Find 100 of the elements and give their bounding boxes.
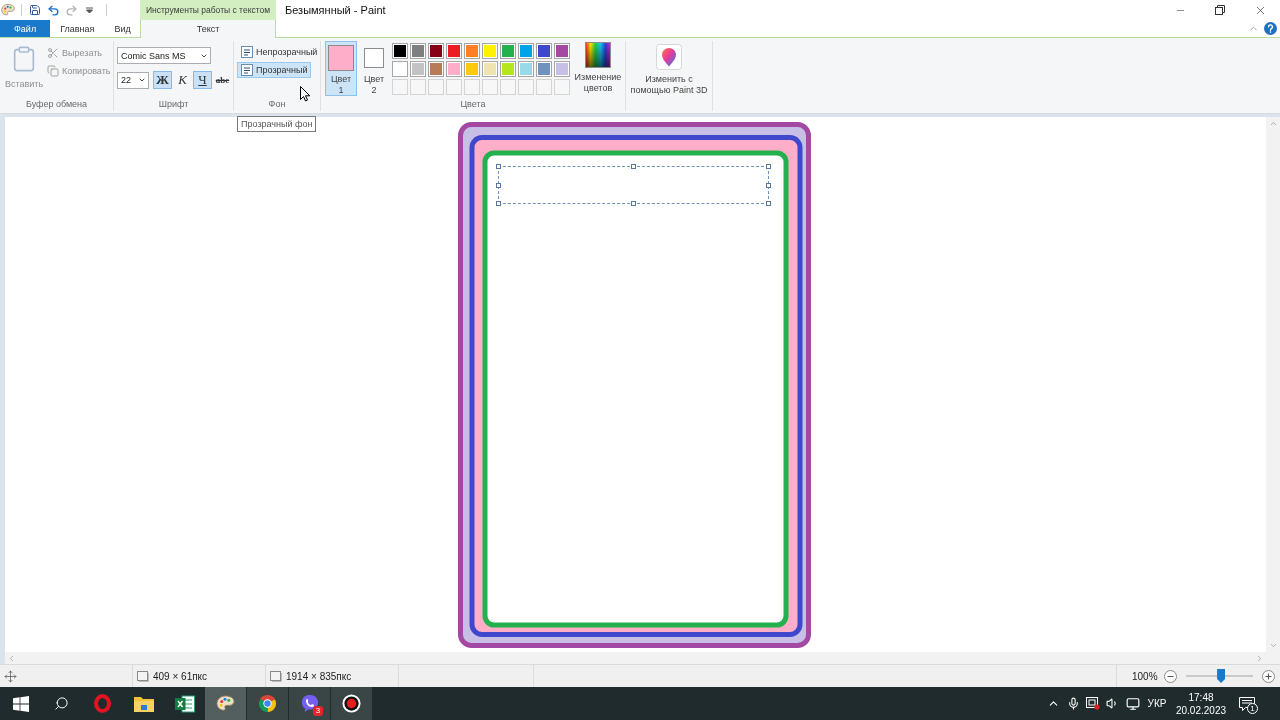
color-swatch[interactable] <box>410 61 426 77</box>
taskbar-app-button[interactable] <box>247 687 288 720</box>
color-slot-button[interactable]: Цвет 1 <box>325 41 357 96</box>
group-label: Фон <box>267 98 287 111</box>
spreadsheet-icon <box>174 694 195 713</box>
color-swatch[interactable] <box>554 43 570 59</box>
color-swatch[interactable] <box>464 61 480 77</box>
palette-icon <box>1 3 15 17</box>
notification-badge: 1 <box>1247 703 1258 714</box>
resize-handle[interactable] <box>496 164 501 169</box>
font-size-dropdown[interactable]: 22 <box>117 71 149 89</box>
empty-swatch <box>446 79 462 95</box>
color-swatch[interactable] <box>500 61 516 77</box>
empty-swatch <box>392 79 408 95</box>
selection-size: 409 × 61пкс <box>153 670 208 682</box>
scroll-left-icon <box>7 653 16 663</box>
notifications-button[interactable]: 1 <box>1232 687 1262 720</box>
resize-handle[interactable] <box>766 201 771 206</box>
color-swatch[interactable] <box>554 61 570 77</box>
microphone-icon <box>1066 697 1080 710</box>
horizontal-scrollbar[interactable] <box>5 652 1266 664</box>
notification-badge: 3 <box>313 706 323 716</box>
vertical-scrollbar[interactable] <box>1266 117 1280 664</box>
scissors-icon <box>47 47 59 59</box>
record-icon <box>342 694 361 713</box>
background-option[interactable]: Непрозрачный <box>237 44 322 60</box>
empty-swatch <box>428 79 444 95</box>
color-swatch[interactable] <box>446 43 462 59</box>
bold-button[interactable]: Ж <box>153 71 172 89</box>
selection-size-icon <box>137 670 149 682</box>
color-swatch[interactable] <box>482 61 498 77</box>
background-option[interactable]: Прозрачный <box>237 62 312 78</box>
zoom-percent: 100% <box>1132 670 1158 682</box>
ribbon-tab[interactable]: Текст <box>140 20 276 38</box>
color-swatch[interactable] <box>482 43 498 59</box>
color-swatch[interactable] <box>464 43 480 59</box>
edit-colors-button[interactable]: Изменение цветов <box>574 41 622 94</box>
underline-button[interactable]: Ч <box>193 71 212 89</box>
paint-3d-button[interactable]: Изменить с помощью Paint 3D <box>627 43 711 96</box>
group-label: Буфер обмена <box>24 98 89 111</box>
help-icon[interactable] <box>1264 22 1277 35</box>
clock-button[interactable]: 17:48 20.02.2023 <box>1170 687 1232 720</box>
minus-icon <box>1163 669 1177 683</box>
color-swatch[interactable] <box>392 43 408 59</box>
resize-handle[interactable] <box>631 164 636 169</box>
color-swatch[interactable] <box>536 43 552 59</box>
strike-button[interactable]: abc <box>213 71 232 89</box>
language-indicator[interactable]: УКР <box>1144 687 1170 720</box>
color-swatch[interactable] <box>446 61 462 77</box>
empty-swatch <box>482 79 498 95</box>
tooltip: Прозрачный фон <box>237 116 317 132</box>
search-icon <box>54 696 69 711</box>
empty-swatch <box>554 79 570 95</box>
caret-icon <box>85 6 93 14</box>
color-swatch[interactable] <box>518 43 534 59</box>
caret-icon <box>138 76 146 84</box>
empty-swatch <box>518 79 534 95</box>
ribbon-tab[interactable]: Файл <box>0 20 51 37</box>
context-tab-group-label: Инструменты работы с текстом <box>140 0 276 20</box>
drop-pin-icon <box>656 44 682 70</box>
slider-thumb[interactable] <box>1217 669 1226 683</box>
windows-logo-icon <box>12 695 29 712</box>
taskbar-app-button[interactable]: 3 <box>289 687 330 720</box>
message-icon <box>1239 696 1255 711</box>
scroll-right-icon <box>1255 653 1264 663</box>
save-button[interactable] <box>28 2 42 18</box>
italic-button[interactable]: К <box>173 71 192 89</box>
group-label: Цвета <box>459 98 487 111</box>
redo-arrow-icon <box>64 3 78 17</box>
font-family-dropdown[interactable]: Comic Sans MS <box>117 47 211 64</box>
copy-icon <box>47 65 59 77</box>
window-title: Безымянный - Paint <box>285 3 386 18</box>
palette-icon <box>216 694 235 713</box>
color-swatch[interactable] <box>428 43 444 59</box>
segmented-circle-icon <box>258 694 277 713</box>
zoom-in-button[interactable] <box>1262 669 1275 683</box>
recorder-tray-icon <box>1085 697 1100 710</box>
undo-arrow-icon <box>46 3 60 17</box>
empty-swatch <box>410 79 426 95</box>
color-swatch[interactable] <box>428 61 444 77</box>
resize-handle[interactable] <box>631 201 636 206</box>
empty-swatch <box>464 79 480 95</box>
color-slot-button[interactable]: Цвет 2 <box>360 41 388 96</box>
color-spectrum-icon <box>585 42 611 68</box>
taskbar-app-button[interactable] <box>331 687 372 720</box>
resize-handle[interactable] <box>496 182 501 188</box>
color-swatch[interactable] <box>392 61 408 77</box>
folder-icon <box>133 695 154 712</box>
color-swatch[interactable] <box>536 61 552 77</box>
resize-handle[interactable] <box>496 201 501 206</box>
color-swatch[interactable] <box>410 43 426 59</box>
drawing-canvas[interactable] <box>5 117 1266 652</box>
text-background-icon <box>241 46 253 58</box>
color-swatch[interactable] <box>500 43 516 59</box>
speaker-icon <box>1105 697 1119 710</box>
color-swatch[interactable] <box>518 61 534 77</box>
zoom-out-button[interactable] <box>1163 669 1177 683</box>
resize-handle[interactable] <box>766 164 771 169</box>
mouse-pointer-icon <box>300 86 311 102</box>
resize-handle[interactable] <box>766 182 771 188</box>
